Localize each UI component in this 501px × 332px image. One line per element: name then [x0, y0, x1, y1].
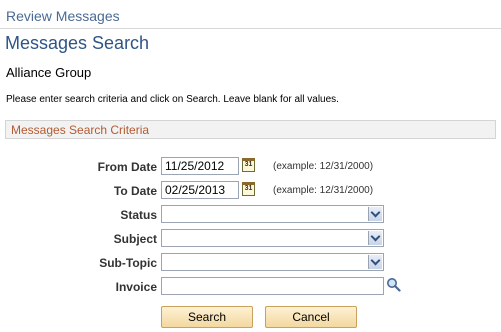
to-date-example: (example: 12/31/2000)	[273, 185, 374, 196]
chevron-down-icon[interactable]	[368, 231, 382, 245]
chevron-down-icon[interactable]	[368, 255, 382, 269]
subject-select[interactable]	[161, 229, 384, 247]
instructions: Please enter search criteria and click o…	[6, 94, 339, 105]
search-button[interactable]: Search	[161, 306, 253, 328]
header-divider	[0, 28, 501, 29]
sub-topic-label: Sub-Topic	[99, 256, 157, 270]
magnifier-icon[interactable]	[386, 277, 401, 292]
subject-select-value	[162, 230, 383, 246]
from-date-calendar-icon[interactable]: 31	[242, 158, 255, 172]
chevron-down-icon[interactable]	[368, 207, 382, 221]
section-title: Messages Search Criteria	[11, 123, 150, 137]
invoice-input[interactable]	[161, 277, 384, 295]
status-select[interactable]	[161, 205, 384, 223]
org-name: Alliance Group	[6, 65, 92, 80]
to-date-calendar-icon[interactable]: 31	[242, 182, 255, 196]
sub-topic-select[interactable]	[161, 253, 384, 271]
subject-label: Subject	[113, 232, 157, 246]
cancel-button[interactable]: Cancel	[265, 306, 357, 328]
sub-topic-select-value	[162, 254, 383, 270]
page-title: Messages Search	[5, 33, 150, 53]
to-date-label: To Date	[113, 184, 157, 198]
invoice-label: Invoice	[115, 280, 157, 294]
status-select-value	[162, 206, 383, 222]
from-date-input[interactable]: 11/25/2012	[161, 157, 239, 175]
from-date-label: From Date	[97, 160, 157, 174]
from-date-example: (example: 12/31/2000)	[273, 161, 374, 172]
to-date-input[interactable]: 02/25/2013	[161, 181, 239, 199]
breadcrumb: Review Messages	[6, 8, 120, 24]
status-label: Status	[120, 208, 157, 222]
